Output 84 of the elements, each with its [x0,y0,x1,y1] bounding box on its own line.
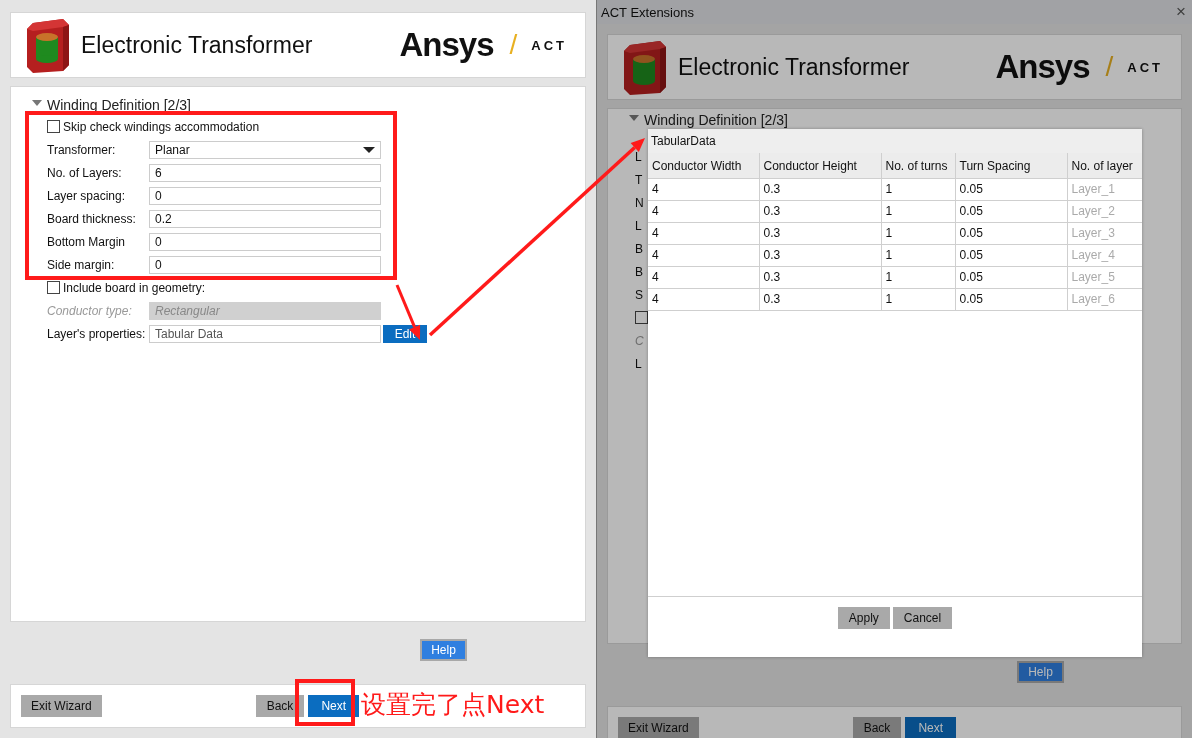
dropdown-field[interactable]: Planar [149,140,381,159]
table-cell[interactable]: 0.05 [955,288,1067,311]
table-cell[interactable]: 1 [881,200,955,223]
logo-separator: / [1105,51,1114,83]
table-cell[interactable]: 0.05 [955,222,1067,245]
apply-button[interactable]: Apply [837,607,890,629]
checkbox-label: Skip check windings accommodation [63,119,260,134]
table-cell[interactable]: 0.05 [955,266,1067,289]
table-cell[interactable]: 0.3 [759,222,881,245]
table-cell[interactable]: 1 [881,266,955,289]
table-cell[interactable]: 0.3 [759,178,881,201]
table-cell[interactable]: 0.3 [759,244,881,267]
table-cell[interactable]: 4 [648,288,759,311]
section-title: Winding Definition [2/3] [644,112,788,128]
field-label: Side margin: [47,257,116,272]
help-button[interactable]: Help [1017,661,1064,683]
checkbox-label: Include board in geometry: [63,280,206,295]
field-label: L [635,149,642,164]
table-cell[interactable]: 4 [648,266,759,289]
text-field[interactable]: 0 [149,186,381,205]
help-button[interactable]: Help [420,639,467,661]
exit-wizard-button[interactable]: Exit Wizard [618,717,699,738]
table-cell[interactable]: 1 [881,244,955,267]
column-header: No. of layer [1067,153,1142,179]
text-field[interactable]: 6 [149,163,381,182]
field-label: T [635,172,643,187]
field-label: S [635,287,643,302]
table-cell[interactable]: 4 [648,200,759,223]
app-title: Electronic Transformer [81,31,313,59]
next-button[interactable]: Next [308,695,360,717]
table-cell[interactable]: 0.3 [759,266,881,289]
field-label: Board thickness: [47,211,137,226]
text-field[interactable]: Tabular Data [149,324,381,343]
exit-wizard-button[interactable]: Exit Wizard [21,695,102,717]
product-name: ACT [531,37,567,53]
caret-icon [363,146,375,153]
field-label: Bottom Margin [47,234,127,249]
app-title: Electronic Transformer [678,53,910,81]
checkbox[interactable] [47,281,60,294]
window-title: ACT Extensions [601,4,694,20]
text-field[interactable]: 0 [149,232,381,251]
column-header: Conductor Width [648,153,759,179]
field-label: N [635,195,644,210]
table-cell[interactable]: 0.05 [955,178,1067,201]
table-cell[interactable]: 0.3 [759,200,881,223]
arrow [395,284,421,340]
dialog-title: TabularData [648,129,1142,153]
product-name: ACT [1127,59,1163,75]
cancel-button[interactable]: Cancel [892,607,953,629]
table-cell[interactable]: 4 [648,222,759,245]
field-label: Layer spacing: [47,188,127,203]
column-header: Conductor Height [759,153,881,179]
table-cell[interactable]: 4 [648,244,759,267]
table-cell[interactable]: 0.05 [955,200,1067,223]
field-label: B [635,241,643,256]
field-label: No. of Layers: [47,165,123,180]
brand-logo: Ansys [995,48,1090,86]
table-cell[interactable]: 1 [881,178,955,201]
field-label: L [635,356,642,371]
highlight-frame [295,679,355,726]
field-label: Layer's properties: [47,326,147,341]
close-button[interactable]: × [1176,2,1186,22]
field-label: L [635,218,642,233]
annotation-text: 设置完了点Next [361,690,545,720]
brand-logo: Ansys [399,26,494,64]
table-cell[interactable]: 0.3 [759,288,881,311]
field-label: Transformer: [47,142,117,157]
field-label: B [635,264,643,279]
table-cell[interactable]: 4 [648,178,759,201]
checkbox[interactable] [635,311,648,324]
checkbox[interactable] [47,120,60,133]
table-cell[interactable]: 0.05 [955,244,1067,267]
back-button[interactable]: Back [852,717,902,738]
next-button[interactable]: Next [905,717,957,738]
field-label: Conductor type: [47,303,133,318]
table-cell[interactable]: 1 [881,222,955,245]
column-header: Turn Spacing [955,153,1067,179]
text-field[interactable]: 0 [149,255,381,274]
text-field[interactable]: 0.2 [149,209,381,228]
column-header: No. of turns [881,153,955,179]
back-button[interactable]: Back [255,695,305,717]
field-label: C [635,333,644,348]
table-cell[interactable]: 1 [881,288,955,311]
logo-separator: / [509,29,518,61]
